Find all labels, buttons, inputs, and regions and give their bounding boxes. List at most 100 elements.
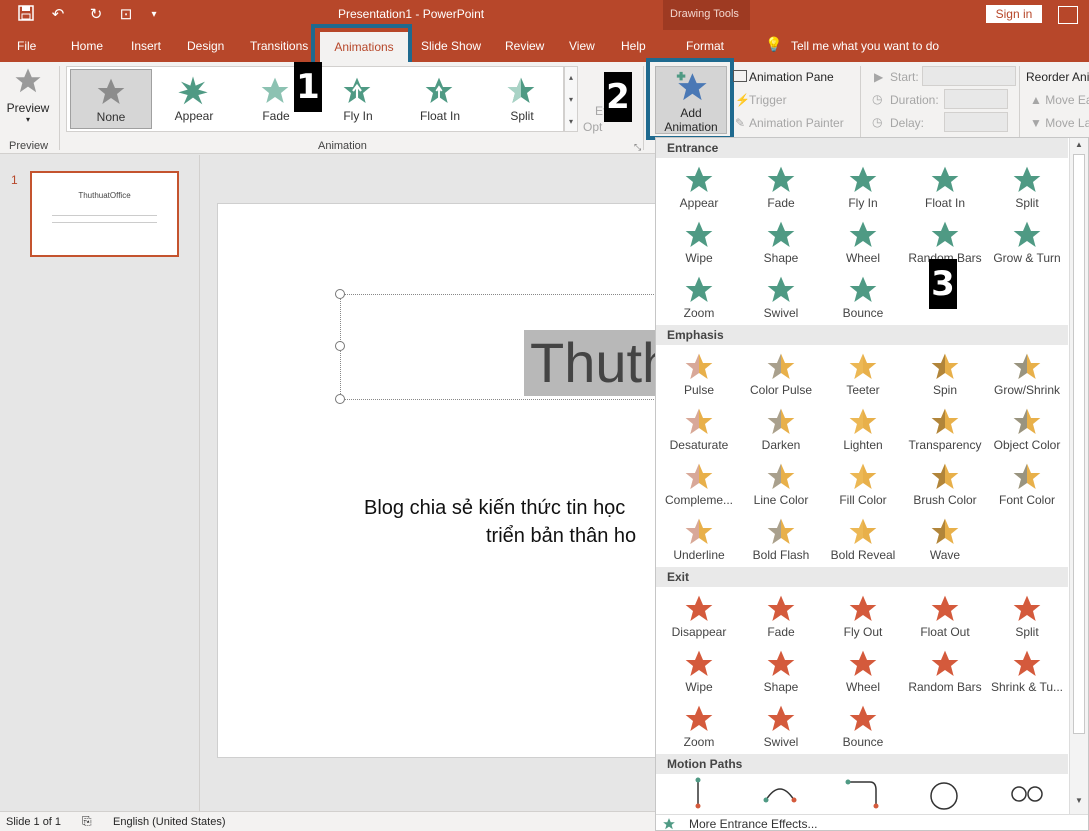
motion-path-turns-icon[interactable]: [845, 779, 879, 809]
effect-options-label-b[interactable]: Opt: [583, 120, 602, 134]
resize-handle[interactable]: [335, 394, 345, 404]
resize-handle[interactable]: [335, 289, 345, 299]
animation-exit-wheel[interactable]: Wheel: [822, 644, 904, 698]
tab-home[interactable]: Home: [71, 39, 103, 53]
tab-format[interactable]: Format: [686, 39, 724, 53]
animation-exit-float-out[interactable]: Float Out: [904, 589, 986, 643]
dialog-launcher-icon[interactable]: ⤡: [634, 142, 641, 153]
spelling-icon[interactable]: ⎘: [82, 814, 92, 829]
animation-entrance-float-in[interactable]: Float In: [904, 160, 986, 214]
move-earlier-button[interactable]: ▲ Move Ea: [1030, 93, 1089, 107]
motion-path-arcs-icon[interactable]: [763, 788, 797, 803]
animation-entrance-swivel[interactable]: Swivel: [740, 270, 822, 324]
animation-emphasis-brush-color[interactable]: Brush Color: [904, 457, 986, 511]
gallery-item-fly-in[interactable]: Fly In: [317, 69, 399, 129]
animation-exit-shrink-tu[interactable]: Shrink & Tu...: [986, 644, 1068, 698]
redo-icon[interactable]: ↻: [86, 5, 106, 25]
animation-emphasis-darken[interactable]: Darken: [740, 402, 822, 456]
animation-exit-shape[interactable]: Shape: [740, 644, 822, 698]
preview-button[interactable]: Preview ▾: [4, 66, 52, 132]
slide-subtitle-line-2[interactable]: triển bản thân ho: [486, 525, 636, 548]
animation-emphasis-transparency[interactable]: Transparency: [904, 402, 986, 456]
tab-view[interactable]: View: [569, 39, 595, 53]
animation-pane-button[interactable]: Animation Pane: [749, 70, 834, 84]
animation-entrance-bounce[interactable]: Bounce: [822, 270, 904, 324]
animation-exit-wipe[interactable]: Wipe: [658, 644, 740, 698]
trigger-button[interactable]: Trigger: [749, 93, 787, 107]
scroll-thumb[interactable]: [1073, 154, 1085, 734]
animation-emphasis-pulse[interactable]: Pulse: [658, 347, 740, 401]
animation-emphasis-lighten[interactable]: Lighten: [822, 402, 904, 456]
tab-design[interactable]: Design: [187, 39, 224, 53]
animation-entrance-grow-turn[interactable]: Grow & Turn: [986, 215, 1068, 269]
motion-path-lines-icon[interactable]: [695, 777, 701, 809]
animation-emphasis-grow-shrink[interactable]: Grow/Shrink: [986, 347, 1068, 401]
tab-file[interactable]: File: [17, 39, 36, 53]
resize-handle[interactable]: [335, 341, 345, 351]
present-from-beginning-icon[interactable]: ⊡: [116, 5, 136, 25]
animation-entrance-wipe[interactable]: Wipe: [658, 215, 740, 269]
dropdown-scrollbar[interactable]: ▲ ▼: [1069, 138, 1088, 814]
animation-entrance-shape[interactable]: Shape: [740, 215, 822, 269]
animation-emphasis-desaturate[interactable]: Desaturate: [658, 402, 740, 456]
motion-path-shapes-icon[interactable]: [930, 782, 958, 810]
animation-emphasis-underline[interactable]: Underline: [658, 512, 740, 566]
gallery-item-none[interactable]: None: [70, 69, 152, 129]
animation-emphasis-object-color[interactable]: Object Color: [986, 402, 1068, 456]
animation-emphasis-line-color[interactable]: Line Color: [740, 457, 822, 511]
gallery-scroll[interactable]: ▴ ▾ ▾: [564, 66, 578, 132]
save-icon[interactable]: [16, 5, 36, 25]
slide-subtitle-line-1[interactable]: Blog chia sẻ kiến thức tin học: [364, 497, 625, 520]
move-later-button[interactable]: ▼ Move La: [1030, 116, 1089, 130]
animation-exit-fade[interactable]: Fade: [740, 589, 822, 643]
animation-emphasis-teeter[interactable]: Teeter: [822, 347, 904, 401]
animation-emphasis-bold-flash[interactable]: Bold Flash: [740, 512, 822, 566]
tab-help[interactable]: Help: [621, 39, 646, 53]
animation-emphasis-font-color[interactable]: Font Color: [986, 457, 1068, 511]
animation-exit-fly-out[interactable]: Fly Out: [822, 589, 904, 643]
sign-in-button[interactable]: Sign in: [986, 5, 1042, 23]
gallery-item-float-in[interactable]: Float In: [399, 69, 481, 129]
animation-entrance-split[interactable]: Split: [986, 160, 1068, 214]
gallery-item-appear[interactable]: Appear: [153, 69, 235, 129]
animation-emphasis-wave[interactable]: Wave: [904, 512, 986, 566]
animation-entrance-appear[interactable]: Appear: [658, 160, 740, 214]
tab-review[interactable]: Review: [505, 39, 544, 53]
ribbon-display-options-icon[interactable]: [1058, 6, 1078, 24]
animation-exit-disappear[interactable]: Disappear: [658, 589, 740, 643]
animation-entrance-fly-in[interactable]: Fly In: [822, 160, 904, 214]
more-entrance-effects[interactable]: More Entrance Effects...: [656, 814, 1088, 830]
start-select[interactable]: [922, 66, 1016, 86]
language-status[interactable]: English (United States): [113, 816, 226, 828]
customize-qat-icon[interactable]: ▾: [144, 5, 164, 25]
motion-path-loops-icon[interactable]: [1011, 786, 1043, 802]
animation-pane-icon: [733, 70, 747, 82]
tell-me-search[interactable]: Tell me what you want to do: [791, 39, 939, 53]
animation-label: Bounce: [842, 735, 884, 749]
animation-emphasis-fill-color[interactable]: Fill Color: [822, 457, 904, 511]
animation-entrance-zoom[interactable]: Zoom: [658, 270, 740, 324]
animation-exit-random-bars[interactable]: Random Bars: [904, 644, 986, 698]
slide-thumbnail[interactable]: ThuthuatOffice: [30, 171, 179, 257]
animation-emphasis-color-pulse[interactable]: Color Pulse: [740, 347, 822, 401]
undo-icon[interactable]: ↶: [48, 5, 68, 25]
tab-slideshow[interactable]: Slide Show: [421, 39, 481, 53]
delay-input[interactable]: [944, 112, 1008, 132]
animation-emphasis-spin[interactable]: Spin: [904, 347, 986, 401]
animation-exit-bounce[interactable]: Bounce: [822, 699, 904, 753]
animation-emphasis-bold-reveal[interactable]: Bold Reveal: [822, 512, 904, 566]
tab-insert[interactable]: Insert: [131, 39, 161, 53]
duration-input[interactable]: [944, 89, 1008, 109]
animation-entrance-fade[interactable]: Fade: [740, 160, 822, 214]
animation-exit-zoom[interactable]: Zoom: [658, 699, 740, 753]
animation-painter-button[interactable]: Animation Painter: [749, 116, 844, 130]
gallery-item-split[interactable]: Split: [481, 69, 563, 129]
scroll-up-icon[interactable]: ▲: [1072, 140, 1086, 154]
animation-entrance-wheel[interactable]: Wheel: [822, 215, 904, 269]
tab-transitions[interactable]: Transitions: [250, 39, 308, 53]
animation-emphasis-compleme[interactable]: Compleme...: [658, 457, 740, 511]
animation-exit-split[interactable]: Split: [986, 589, 1068, 643]
animation-exit-swivel[interactable]: Swivel: [740, 699, 822, 753]
scroll-down-icon[interactable]: ▼: [1072, 796, 1086, 810]
slide-canvas[interactable]: Thuth Blog chia sẻ kiến thức tin học tri…: [217, 203, 720, 758]
